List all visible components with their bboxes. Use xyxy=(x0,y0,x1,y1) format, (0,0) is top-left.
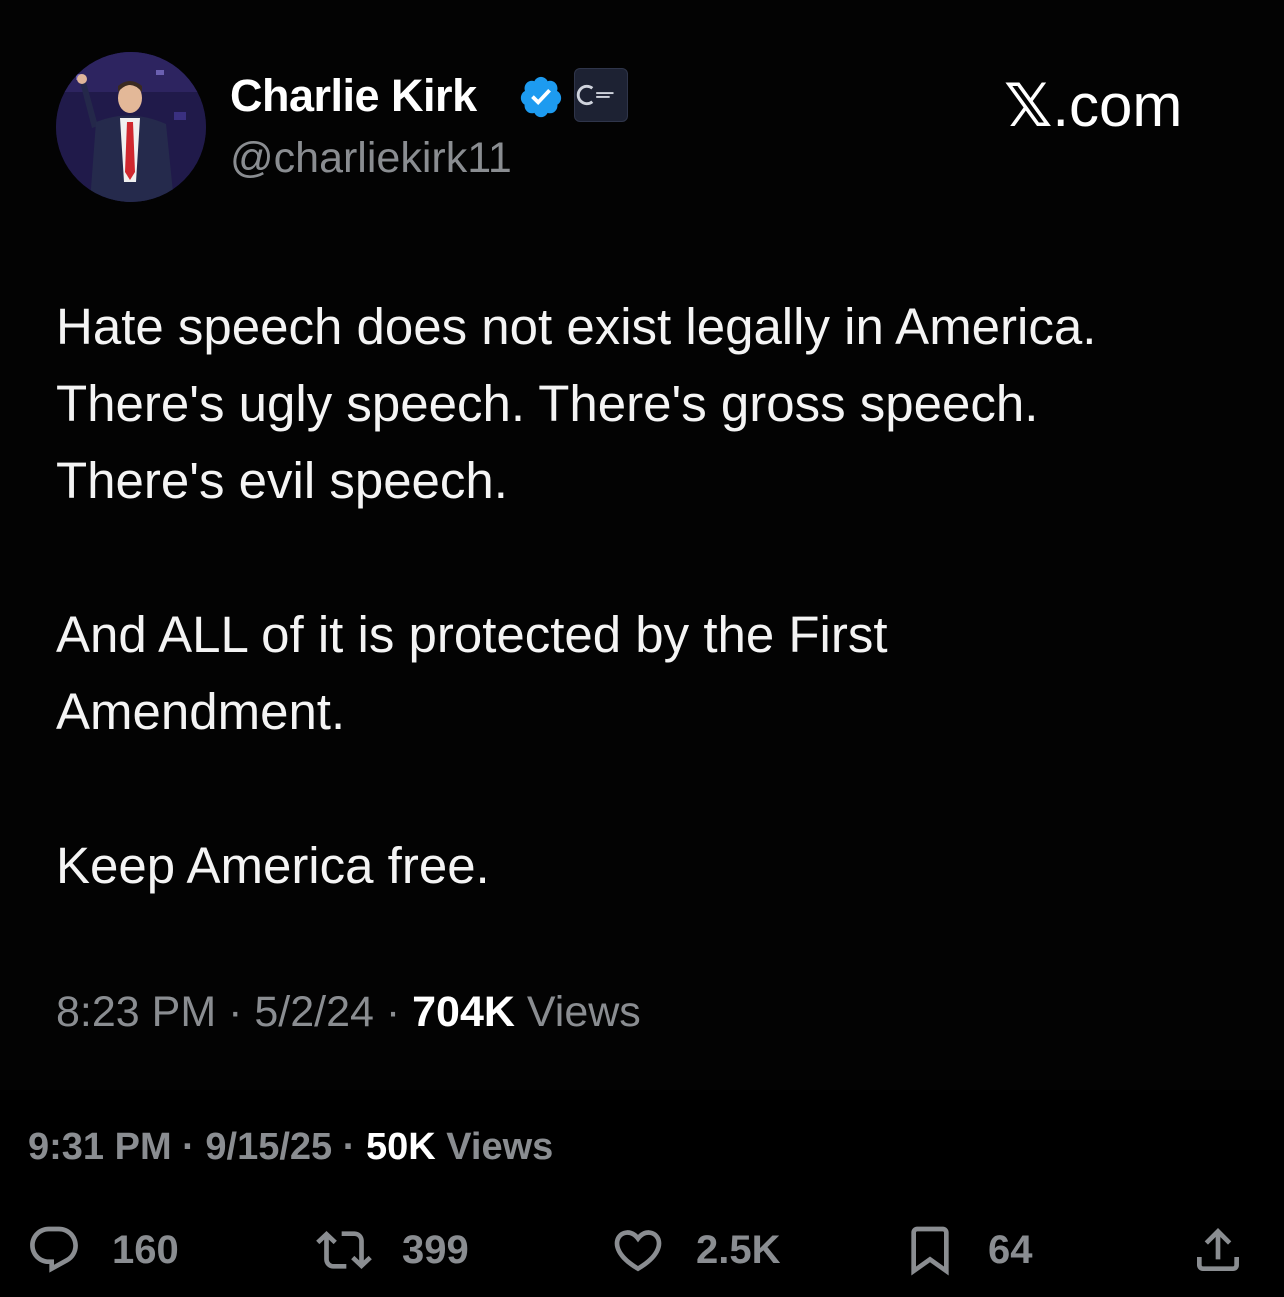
views-label: Views xyxy=(514,988,641,1036)
x-logo-suffix: .com xyxy=(1052,72,1183,139)
meta-separator: · xyxy=(216,988,255,1036)
x-logo-mark: 𝕏 xyxy=(1004,71,1053,141)
action-bar: 160 399 2.5K 64 xyxy=(0,1210,1284,1290)
reply-button[interactable]: 160 xyxy=(26,1210,179,1290)
avatar[interactable] xyxy=(56,52,206,202)
bookmark-icon xyxy=(911,1226,949,1276)
x-com-logo: 𝕏.com xyxy=(1004,70,1182,142)
quoted-tweet-views-count[interactable]: 704K xyxy=(412,988,515,1036)
repost-count: 399 xyxy=(402,1227,469,1272)
tweet-paragraph: Hate speech does not exist legally in Am… xyxy=(56,288,1236,519)
post-meta: 9:31 PM · 9/15/25 · 50K Views xyxy=(28,1122,553,1172)
bookmark-button[interactable]: 64 xyxy=(902,1210,1033,1290)
tweet-paragraph: And ALL of it is protected by the First … xyxy=(56,596,1236,750)
tweet-line: Amendment. xyxy=(56,683,346,740)
tweet-line: Keep America free. xyxy=(56,837,490,894)
repost-button[interactable]: 399 xyxy=(316,1210,469,1290)
tweet-line: And ALL of it is protected by the First xyxy=(56,606,888,663)
like-button[interactable]: 2.5K xyxy=(610,1210,781,1290)
meta-separator: · xyxy=(332,1126,366,1168)
tweet-paragraph: Keep America free. xyxy=(56,827,1236,904)
tweet-line: There's ugly speech. There's gross speec… xyxy=(56,375,1039,432)
quoted-tweet-time[interactable]: 8:23 PM xyxy=(56,988,216,1036)
heart-icon xyxy=(614,1230,662,1272)
tweet-line: Hate speech does not exist legally in Am… xyxy=(56,298,1097,355)
verified-badge-icon xyxy=(520,76,562,118)
affiliate-badge[interactable] xyxy=(574,68,628,122)
quoted-tweet-date[interactable]: 5/2/24 xyxy=(254,988,374,1036)
tweet-text: Hate speech does not exist legally in Am… xyxy=(56,288,1236,904)
post-views-count[interactable]: 50K xyxy=(366,1126,436,1168)
quoted-tweet-meta: 8:23 PM · 5/2/24 · 704K Views xyxy=(56,984,641,1040)
meta-separator: · xyxy=(171,1126,206,1168)
meta-separator: · xyxy=(373,988,413,1036)
author-handle[interactable]: @charliekirk11 xyxy=(230,130,512,186)
views-label: Views xyxy=(435,1126,554,1168)
author-name[interactable]: Charlie Kirk xyxy=(230,68,477,124)
bookmark-count: 64 xyxy=(988,1227,1033,1272)
affiliate-logo-icon xyxy=(576,84,614,106)
post-time[interactable]: 9:31 PM xyxy=(28,1126,172,1168)
quoted-tweet-card: Charlie Kirk @charliekirk11 𝕏.com Hate s… xyxy=(0,0,1284,1090)
reply-count: 160 xyxy=(112,1227,179,1272)
repost-arrows-icon xyxy=(316,1231,372,1269)
speech-bubble-icon xyxy=(30,1226,78,1273)
tweet-line: There's evil speech. xyxy=(56,452,508,509)
post-date[interactable]: 9/15/25 xyxy=(205,1126,332,1168)
like-count: 2.5K xyxy=(696,1227,781,1272)
share-upload-icon xyxy=(1197,1228,1239,1271)
avatar-image xyxy=(56,52,206,202)
share-button[interactable] xyxy=(1190,1210,1246,1290)
